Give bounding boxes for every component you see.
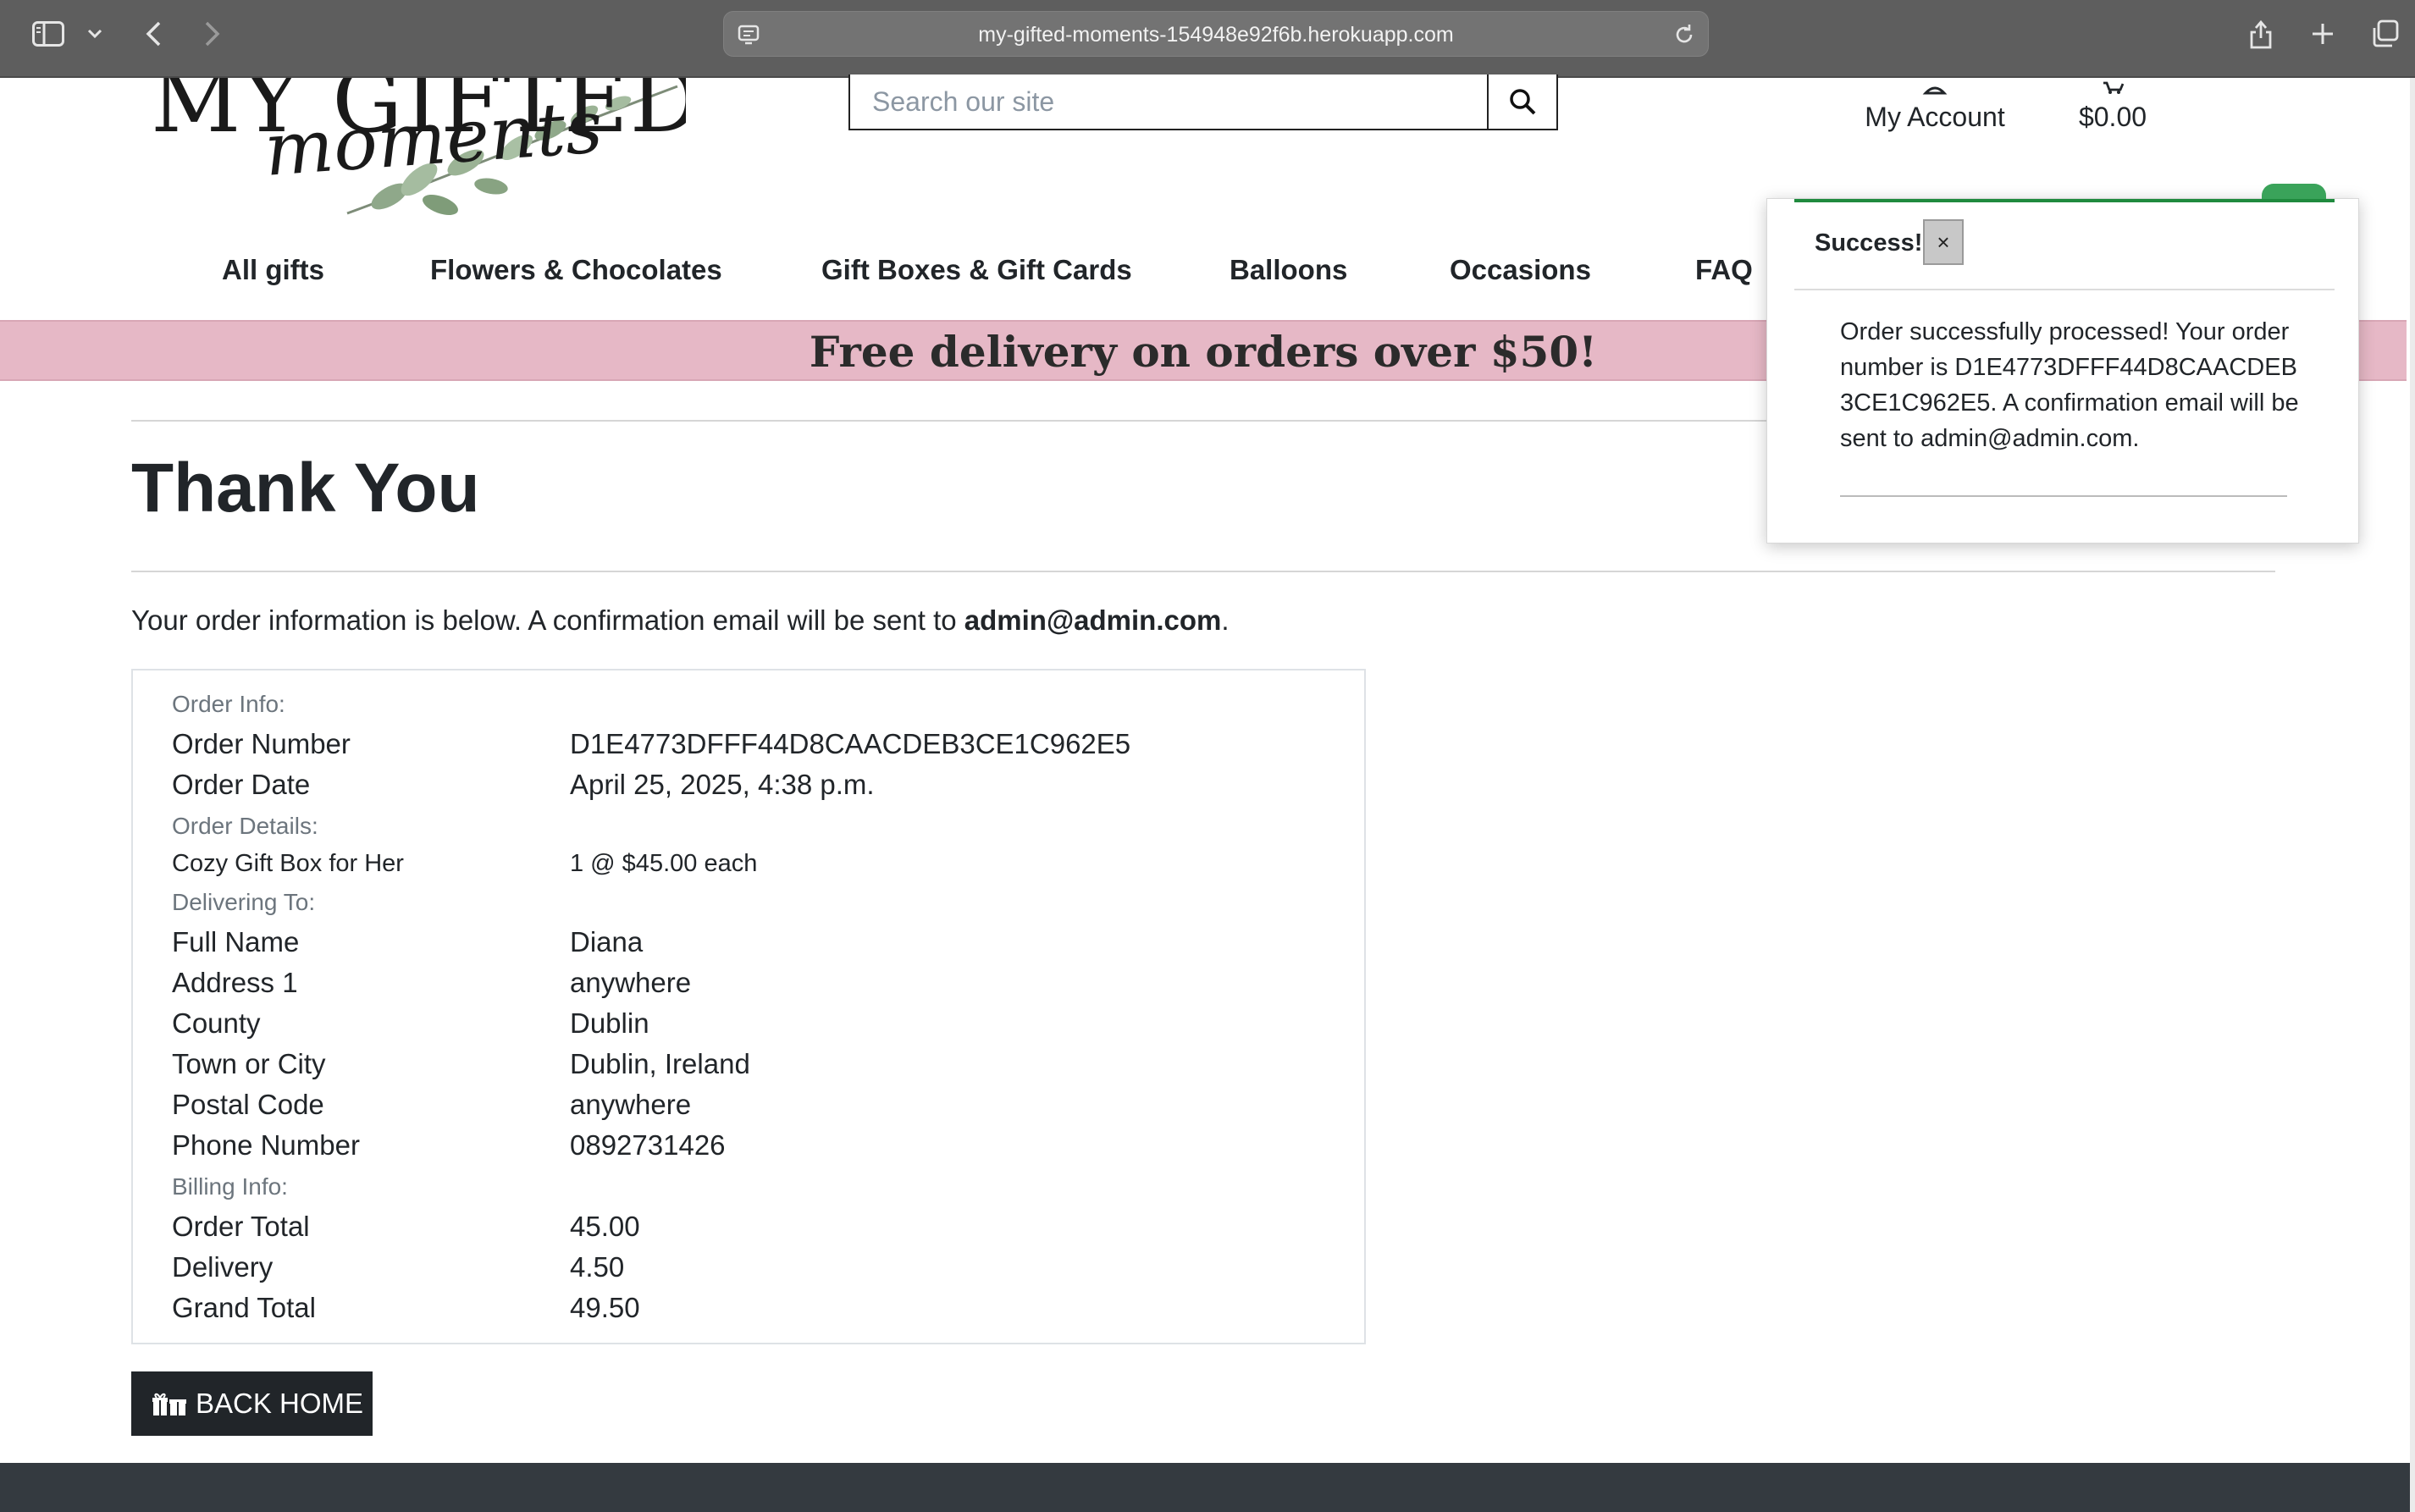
order-total-label: Order Total bbox=[172, 1211, 310, 1242]
delivery-value: 4.50 bbox=[570, 1251, 625, 1283]
new-tab-icon[interactable] bbox=[2308, 15, 2337, 52]
toast-header: Success! bbox=[1815, 229, 1923, 257]
my-account-label: My Account bbox=[1865, 102, 2005, 132]
address-bar[interactable]: my-gifted-moments-154948e92f6b.herokuapp… bbox=[723, 11, 1709, 57]
reload-icon[interactable] bbox=[1672, 23, 1696, 47]
address1-label: Address 1 bbox=[172, 967, 298, 998]
nav-item-flowers-chocolates[interactable]: Flowers & Chocolates bbox=[430, 254, 722, 286]
order-summary-card: Order Info: Order Number D1E4773DFFF44D8C… bbox=[131, 669, 1366, 1344]
toast-divider bbox=[1840, 495, 2287, 497]
intro-email: admin@admin.com bbox=[964, 604, 1222, 636]
town-value: Dublin, Ireland bbox=[570, 1048, 750, 1079]
phone-value: 0892731426 bbox=[570, 1129, 726, 1161]
address1-value: anywhere bbox=[570, 967, 692, 998]
back-home-button[interactable]: BACK HOME bbox=[131, 1371, 373, 1436]
cart-total: $0.00 bbox=[2078, 102, 2147, 132]
toast-divider bbox=[1794, 289, 2335, 290]
share-icon[interactable] bbox=[2246, 15, 2276, 52]
full-name-label: Full Name bbox=[172, 926, 300, 957]
nav-item-faq[interactable]: FAQ bbox=[1695, 254, 1753, 286]
nav-item-all-gifts[interactable]: All gifts bbox=[222, 254, 324, 286]
nav-item-gift-boxes[interactable]: Gift Boxes & Gift Cards bbox=[821, 254, 1132, 286]
forward-arrow-icon[interactable] bbox=[200, 15, 225, 52]
cart-icon bbox=[2100, 80, 2125, 99]
toast-message: Order successfully processed! Your order… bbox=[1840, 318, 2299, 452]
tabs-overview-icon[interactable] bbox=[2369, 15, 2401, 52]
cart-link[interactable]: $0.00 bbox=[2058, 78, 2168, 137]
delivery-label: Delivery bbox=[172, 1251, 274, 1283]
item-qty-price: 1 @ $45.00 each bbox=[570, 850, 758, 877]
search-button[interactable] bbox=[1487, 74, 1556, 129]
search-input[interactable] bbox=[850, 74, 1487, 129]
browser-toolbar: my-gifted-moments-154948e92f6b.herokuapp… bbox=[0, 0, 2415, 78]
intro-prefix: Your order information is below. A confi… bbox=[131, 604, 964, 636]
item-name: Cozy Gift Box for Her bbox=[172, 850, 404, 877]
intro-suffix: . bbox=[1221, 604, 1230, 636]
toast-accent-bar bbox=[1794, 199, 2335, 202]
phone-label: Phone Number bbox=[172, 1129, 360, 1161]
my-account-link[interactable]: My Account bbox=[1846, 78, 2024, 137]
back-arrow-icon[interactable] bbox=[141, 15, 166, 52]
url-text: my-gifted-moments-154948e92f6b.herokuapp… bbox=[978, 23, 1454, 47]
nav-item-balloons[interactable]: Balloons bbox=[1230, 254, 1347, 286]
county-label: County bbox=[172, 1007, 261, 1039]
toast-close-button[interactable]: × bbox=[1923, 219, 1964, 265]
divider bbox=[131, 571, 2275, 572]
town-label: Town or City bbox=[172, 1048, 326, 1079]
success-toast: Success! × Order successfully processed!… bbox=[1766, 184, 2359, 544]
user-icon bbox=[1922, 80, 1948, 99]
back-home-label: BACK HOME bbox=[196, 1388, 364, 1419]
order-number-label: Order Number bbox=[172, 728, 351, 759]
nav-item-occasions[interactable]: Occasions bbox=[1450, 254, 1591, 286]
page-title: Thank You bbox=[131, 450, 480, 527]
order-total-value: 45.00 bbox=[570, 1211, 640, 1242]
search-form bbox=[848, 74, 1558, 130]
chevron-down-icon[interactable] bbox=[85, 15, 105, 52]
order-date-value: April 25, 2025, 4:38 p.m. bbox=[570, 769, 875, 800]
site-logo[interactable]: MY GIFTED moments bbox=[144, 78, 686, 227]
grand-total-value: 49.50 bbox=[570, 1292, 640, 1323]
site-footer bbox=[0, 1463, 2410, 1512]
scrollbar-track[interactable] bbox=[2410, 78, 2415, 1512]
county-value: Dublin bbox=[570, 1007, 649, 1039]
order-date-label: Order Date bbox=[172, 769, 311, 800]
search-icon bbox=[1510, 89, 1536, 115]
grand-total-label: Grand Total bbox=[172, 1292, 316, 1323]
full-name-value: Diana bbox=[570, 926, 644, 957]
intro-text: Your order information is below. A confi… bbox=[131, 604, 1230, 637]
order-number-value: D1E4773DFFF44D8CAACDEB3CE1C962E5 bbox=[570, 728, 1131, 759]
gifts-icon bbox=[152, 1390, 187, 1417]
postal-label: Postal Code bbox=[172, 1089, 324, 1120]
sidebar-toggle-icon[interactable] bbox=[30, 15, 66, 52]
postal-value: anywhere bbox=[570, 1089, 692, 1120]
